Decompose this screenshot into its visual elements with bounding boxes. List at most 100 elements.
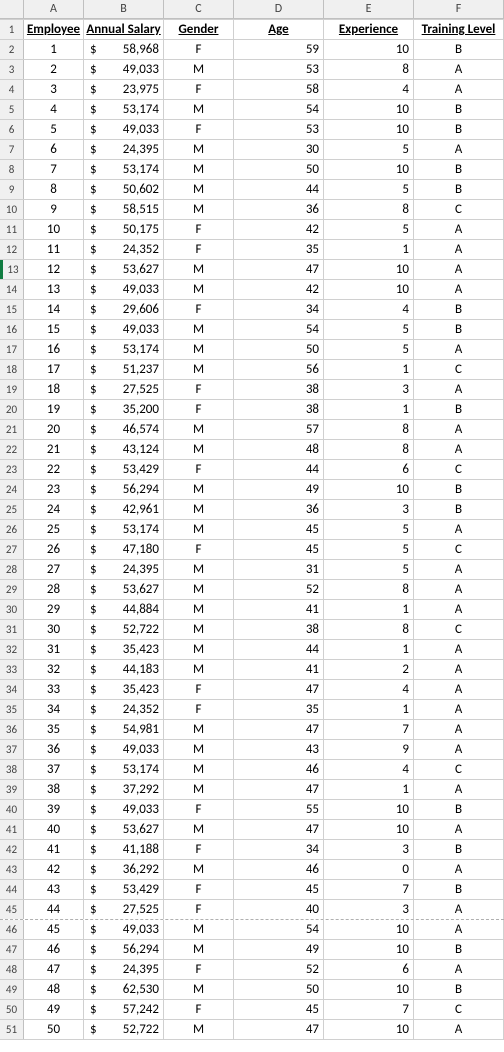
cell-gender[interactable]: F <box>164 120 234 139</box>
cell-employee[interactable]: 49 <box>24 1000 84 1019</box>
cell-experience[interactable]: 3 <box>324 840 414 859</box>
cell-salary[interactable]: $53,174 <box>84 160 164 179</box>
row-header[interactable]: 9 <box>0 180 24 199</box>
cell-gender[interactable]: F <box>164 40 234 59</box>
cell-salary[interactable]: $24,352 <box>84 700 164 719</box>
cell-training[interactable]: A <box>414 140 504 159</box>
cell-salary[interactable]: $37,292 <box>84 780 164 799</box>
cell-salary[interactable]: $27,525 <box>84 380 164 399</box>
cell-gender[interactable]: M <box>164 60 234 79</box>
cell-salary[interactable]: $23,975 <box>84 80 164 99</box>
cell-salary[interactable]: $35,423 <box>84 680 164 699</box>
cell-employee[interactable]: 31 <box>24 640 84 659</box>
row-header[interactable]: 19 <box>0 380 24 399</box>
row-header[interactable]: 49 <box>0 980 24 999</box>
row-header[interactable]: 18 <box>0 360 24 379</box>
cell-salary[interactable]: $44,183 <box>84 660 164 679</box>
cell-experience[interactable]: 10 <box>324 940 414 959</box>
cell-age[interactable]: 34 <box>234 300 324 319</box>
cell-employee[interactable]: 28 <box>24 580 84 599</box>
cell-training[interactable]: A <box>414 260 504 279</box>
cell-experience[interactable]: 5 <box>324 560 414 579</box>
cell-age[interactable]: 38 <box>234 380 324 399</box>
cell-age[interactable]: 55 <box>234 800 324 819</box>
cell-training[interactable]: A <box>414 960 504 979</box>
cell-training[interactable]: A <box>414 420 504 439</box>
cell-training[interactable]: A <box>414 680 504 699</box>
cell-salary[interactable]: $47,180 <box>84 540 164 559</box>
cell-training[interactable]: B <box>414 40 504 59</box>
cell-employee[interactable]: 39 <box>24 800 84 819</box>
cell-training[interactable]: C <box>414 760 504 779</box>
cell-experience[interactable]: 6 <box>324 460 414 479</box>
cell-experience[interactable]: 5 <box>324 540 414 559</box>
cell-employee[interactable]: 6 <box>24 140 84 159</box>
cell-salary[interactable]: $49,033 <box>84 60 164 79</box>
cell-training[interactable]: B <box>414 400 504 419</box>
row-header[interactable]: 21 <box>0 420 24 439</box>
cell-employee[interactable]: 40 <box>24 820 84 839</box>
col-header-E[interactable]: E <box>324 0 414 19</box>
cell-employee[interactable]: 19 <box>24 400 84 419</box>
cell-employee[interactable]: 47 <box>24 960 84 979</box>
cell-gender[interactable]: M <box>164 920 234 939</box>
cell-age[interactable]: 47 <box>234 260 324 279</box>
row-header[interactable]: 38 <box>0 760 24 779</box>
cell-employee[interactable]: 50 <box>24 1020 84 1039</box>
cell-age[interactable]: 42 <box>234 280 324 299</box>
cell-experience[interactable]: 3 <box>324 500 414 519</box>
row-header[interactable]: 43 <box>0 860 24 879</box>
cell-salary[interactable]: $54,981 <box>84 720 164 739</box>
cell-experience[interactable]: 7 <box>324 1000 414 1019</box>
cell-age[interactable]: 58 <box>234 80 324 99</box>
cell-training[interactable]: C <box>414 360 504 379</box>
row-header[interactable]: 11 <box>0 220 24 239</box>
cell-training[interactable]: C <box>414 1000 504 1019</box>
row-header[interactable]: 40 <box>0 800 24 819</box>
cell-salary[interactable]: $49,033 <box>84 320 164 339</box>
col-header-A[interactable]: A <box>24 0 84 19</box>
cell-age[interactable]: 52 <box>234 960 324 979</box>
cell-gender[interactable]: M <box>164 480 234 499</box>
row-header[interactable]: 17 <box>0 340 24 359</box>
cell-gender[interactable]: M <box>164 720 234 739</box>
cell-gender[interactable]: F <box>164 80 234 99</box>
cell-employee[interactable]: 32 <box>24 660 84 679</box>
row-header[interactable]: 41 <box>0 820 24 839</box>
cell-employee[interactable]: 24 <box>24 500 84 519</box>
cell-experience[interactable]: 1 <box>324 700 414 719</box>
cell-gender[interactable]: F <box>164 960 234 979</box>
cell-salary[interactable]: $53,174 <box>84 340 164 359</box>
cell-experience[interactable]: 8 <box>324 620 414 639</box>
cell-gender[interactable]: M <box>164 940 234 959</box>
cell-training[interactable]: A <box>414 920 504 939</box>
cell-employee[interactable]: 12 <box>24 260 84 279</box>
cell-experience[interactable]: 4 <box>324 80 414 99</box>
cell-experience[interactable]: 5 <box>324 340 414 359</box>
cell-employee[interactable]: 27 <box>24 560 84 579</box>
cell-age[interactable]: 49 <box>234 940 324 959</box>
cell-employee[interactable]: 8 <box>24 180 84 199</box>
cell-training[interactable]: A <box>414 520 504 539</box>
cell-age[interactable]: 44 <box>234 460 324 479</box>
cell-experience[interactable]: 1 <box>324 400 414 419</box>
cell-training[interactable]: A <box>414 580 504 599</box>
cell-salary[interactable]: $24,395 <box>84 960 164 979</box>
row-header[interactable]: 2 <box>0 40 24 59</box>
cell-gender[interactable]: F <box>164 300 234 319</box>
cell-age[interactable]: 42 <box>234 220 324 239</box>
cell-age[interactable]: 41 <box>234 660 324 679</box>
cell-age[interactable]: 54 <box>234 100 324 119</box>
cell-employee[interactable]: 45 <box>24 920 84 939</box>
cell-employee[interactable]: 2 <box>24 60 84 79</box>
cell-training[interactable]: B <box>414 100 504 119</box>
cell-training[interactable]: A <box>414 900 504 919</box>
cell-experience[interactable]: 10 <box>324 100 414 119</box>
cell-employee[interactable]: 15 <box>24 320 84 339</box>
cell-employee[interactable]: 17 <box>24 360 84 379</box>
cell-gender[interactable]: M <box>164 440 234 459</box>
cell-salary[interactable]: $53,627 <box>84 260 164 279</box>
row-header[interactable]: 10 <box>0 200 24 219</box>
cell-salary[interactable]: $49,033 <box>84 280 164 299</box>
cell-experience[interactable]: 4 <box>324 300 414 319</box>
